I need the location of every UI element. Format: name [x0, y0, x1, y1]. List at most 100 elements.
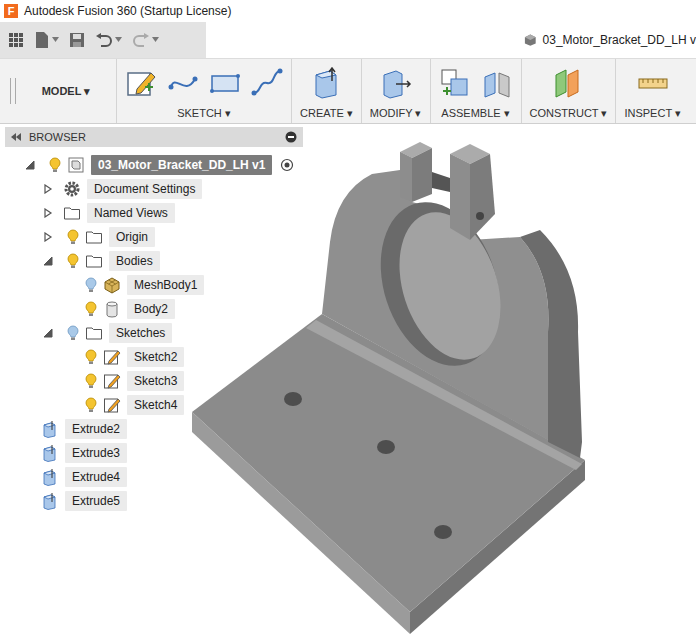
- browser-node[interactable]: Sketch2: [5, 345, 303, 369]
- bulb-on-icon[interactable]: [85, 397, 97, 413]
- workspace-switcher[interactable]: MODEL ▾: [16, 59, 116, 123]
- collapse-arrow-icon[interactable]: [43, 328, 53, 338]
- new-component-icon[interactable]: [439, 67, 471, 99]
- browser-node[interactable]: Origin: [5, 225, 303, 249]
- viewport[interactable]: BROWSER03_Motor_Bracket_DD_LH v1Document…: [0, 124, 696, 636]
- activate-button[interactable]: [280, 158, 294, 172]
- bulb-on-icon[interactable]: [85, 373, 97, 389]
- spline-icon[interactable]: [251, 67, 283, 99]
- bulb-off-icon[interactable]: [85, 277, 97, 293]
- visibility-toggle[interactable]: [81, 349, 101, 365]
- bulb-on-icon[interactable]: [67, 253, 79, 269]
- undo-button[interactable]: [95, 33, 122, 47]
- bulb-off-icon[interactable]: [67, 325, 79, 341]
- activate-target-icon[interactable]: [280, 158, 294, 172]
- arc-icon[interactable]: [167, 67, 199, 99]
- minimize-panel-icon[interactable]: [285, 131, 297, 143]
- browser-node[interactable]: Bodies: [5, 249, 303, 273]
- node-expander[interactable]: [41, 232, 55, 242]
- undo-icon[interactable]: [95, 33, 113, 47]
- visibility-toggle[interactable]: [45, 157, 65, 173]
- node-label[interactable]: Named Views: [87, 203, 175, 223]
- toolbar-group: CONSTRUCT ▾: [521, 59, 616, 123]
- browser-node[interactable]: Extrude2: [5, 417, 303, 441]
- file-button[interactable]: [34, 31, 59, 49]
- visibility-toggle[interactable]: [81, 397, 101, 413]
- bulb-on-icon[interactable]: [49, 157, 61, 173]
- browser-node[interactable]: Sketch3: [5, 369, 303, 393]
- create-sketch-icon[interactable]: [125, 67, 157, 99]
- save-button[interactable]: [69, 32, 85, 48]
- browser-node[interactable]: Sketch4: [5, 393, 303, 417]
- node-label[interactable]: Sketches: [109, 323, 172, 343]
- browser-node[interactable]: Extrude4: [5, 465, 303, 489]
- visibility-toggle[interactable]: [81, 301, 101, 317]
- collapse-arrow-icon[interactable]: [25, 160, 35, 170]
- visibility-toggle[interactable]: [63, 229, 83, 245]
- bulb-on-icon[interactable]: [85, 349, 97, 365]
- toolbar-group-label[interactable]: SKETCH ▾: [177, 107, 231, 120]
- sketch-icon: [103, 348, 121, 366]
- toolbar-group-label[interactable]: ASSEMBLE ▾: [441, 107, 509, 120]
- toolbar-group-label[interactable]: CREATE ▾: [300, 107, 353, 120]
- node-label[interactable]: Extrude2: [65, 419, 127, 439]
- node-expander[interactable]: [23, 160, 37, 170]
- redo-icon[interactable]: [132, 33, 150, 47]
- node-expander[interactable]: [41, 328, 55, 338]
- node-expander[interactable]: [41, 184, 55, 194]
- node-label[interactable]: Document Settings: [87, 179, 202, 199]
- visibility-toggle[interactable]: [63, 253, 83, 269]
- save-icon[interactable]: [69, 32, 85, 48]
- browser-node[interactable]: Extrude5: [5, 489, 303, 513]
- node-label[interactable]: Bodies: [109, 251, 160, 271]
- caret-icon[interactable]: [115, 37, 122, 43]
- node-label[interactable]: Sketch2: [127, 347, 184, 367]
- node-expander[interactable]: [41, 256, 55, 266]
- node-label[interactable]: MeshBody1: [127, 275, 204, 295]
- browser-node[interactable]: Named Views: [5, 201, 303, 225]
- expand-arrow-icon[interactable]: [43, 208, 53, 218]
- browser-node[interactable]: Sketches: [5, 321, 303, 345]
- node-label[interactable]: Extrude3: [65, 443, 127, 463]
- caret-icon[interactable]: [52, 37, 59, 43]
- expand-arrow-icon[interactable]: [43, 184, 53, 194]
- node-label[interactable]: Origin: [109, 227, 155, 247]
- browser-node[interactable]: Body2: [5, 297, 303, 321]
- toolbar-group-label[interactable]: MODIFY ▾: [370, 107, 422, 120]
- redo-button[interactable]: [132, 33, 159, 47]
- app-grid-icon[interactable]: [8, 32, 24, 48]
- collapse-arrow-icon[interactable]: [43, 256, 53, 266]
- browser-node[interactable]: MeshBody1: [5, 273, 303, 297]
- node-label[interactable]: Sketch3: [127, 371, 184, 391]
- browser-node[interactable]: 03_Motor_Bracket_DD_LH v1: [5, 153, 303, 177]
- node-label[interactable]: Extrude4: [65, 467, 127, 487]
- caret-icon[interactable]: [152, 37, 159, 43]
- file-icon[interactable]: [34, 31, 50, 49]
- node-label[interactable]: Extrude5: [65, 491, 127, 511]
- toolbar-group-label[interactable]: INSPECT ▾: [624, 107, 681, 120]
- press-pull-icon[interactable]: [380, 67, 412, 99]
- collapse-panel-icon[interactable]: [11, 133, 21, 141]
- rectangle-icon[interactable]: [209, 67, 241, 99]
- document-tab[interactable]: 03_Motor_Bracket_DD_LH v: [206, 22, 696, 58]
- visibility-toggle[interactable]: [81, 373, 101, 389]
- toolbar-group-label[interactable]: CONSTRUCT ▾: [530, 107, 608, 120]
- node-label[interactable]: Body2: [127, 299, 175, 319]
- expand-arrow-icon[interactable]: [43, 232, 53, 242]
- apps-button[interactable]: [8, 32, 24, 48]
- node-label[interactable]: 03_Motor_Bracket_DD_LH v1: [91, 155, 272, 175]
- measure-icon[interactable]: [637, 67, 669, 99]
- visibility-toggle[interactable]: [81, 277, 101, 293]
- bulb-on-icon[interactable]: [67, 229, 79, 245]
- bulb-on-icon[interactable]: [85, 301, 97, 317]
- joint-icon[interactable]: [481, 67, 513, 99]
- offset-plane-icon[interactable]: [552, 67, 584, 99]
- extrude-icon: [41, 444, 59, 462]
- browser-node[interactable]: Extrude3: [5, 441, 303, 465]
- toolbar-grip[interactable]: [10, 78, 16, 104]
- extrude-icon[interactable]: [310, 67, 342, 99]
- node-label[interactable]: Sketch4: [127, 395, 184, 415]
- browser-node[interactable]: Document Settings: [5, 177, 303, 201]
- node-expander[interactable]: [41, 208, 55, 218]
- visibility-toggle[interactable]: [63, 325, 83, 341]
